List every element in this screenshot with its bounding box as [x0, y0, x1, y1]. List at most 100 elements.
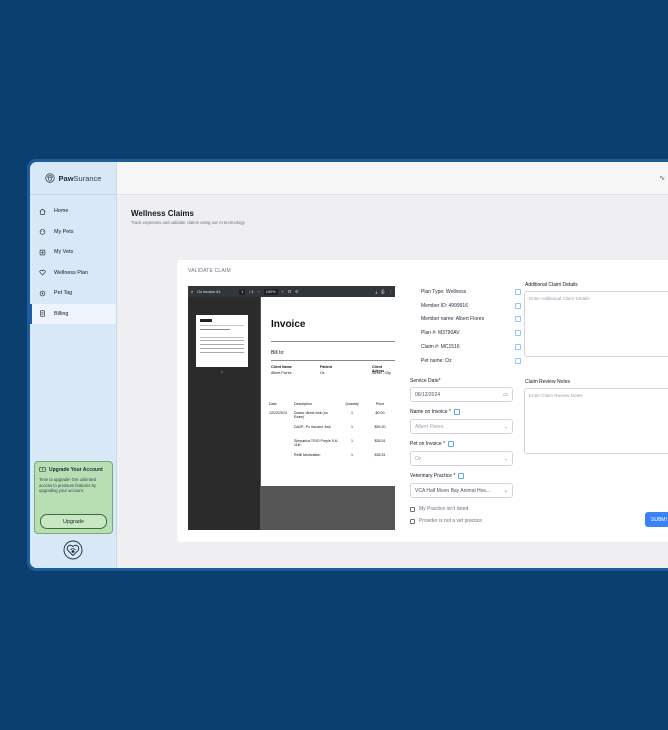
brand-logo[interactable]: Paw Surance — [30, 162, 116, 195]
name-on-invoice-label: Name on Invoice * — [410, 409, 460, 415]
review-notes-textarea[interactable]: Enter Claim Review Notes — [524, 388, 668, 454]
pdf-page: Invoice Bill to: Client Name Albert Flor… — [261, 297, 395, 486]
label-text: Name on Invoice * — [410, 409, 451, 415]
invoice-table: Date Description Quantity Price 12/22/20… — [269, 399, 395, 465]
sidebar-item-pet-tag[interactable]: Pet Tag — [30, 283, 116, 304]
practice-not-listed-checkbox[interactable]: My Practice isn't listed — [410, 506, 468, 512]
billing-icon — [39, 310, 46, 317]
table-row: Simparica TRIO Purple 5.6- 11lb 1 $35.51 — [269, 437, 395, 451]
page-thumbnail[interactable] — [196, 315, 248, 367]
info-row-member-id: Member ID: 4999916 — [421, 299, 521, 313]
calendar-icon[interactable] — [448, 441, 455, 447]
validate-claim-card: VALIDATE CLAIM ≡ Oz Invoice #1 1 / 1 − 1… — [177, 260, 668, 542]
calendar-icon[interactable]: ▭ — [503, 392, 508, 398]
page-total: / 1 — [249, 289, 254, 294]
calendar-icon[interactable] — [458, 473, 465, 479]
service-date-label: Service Date* — [410, 378, 441, 384]
checkbox-label: My Practice isn't listed — [419, 506, 469, 512]
sidebar-item-label: Wellness Plan — [54, 269, 89, 276]
sidebar-item-billing[interactable]: Billing — [30, 303, 116, 324]
table-row: 12/22/2023 Doctor direct visit (no Exam)… — [269, 409, 395, 423]
copy-icon[interactable] — [515, 288, 521, 295]
checkbox-box[interactable] — [410, 506, 415, 512]
additional-details-textarea[interactable]: Enter Additional Claim Details — [524, 291, 668, 357]
copy-icon[interactable] — [515, 344, 521, 351]
label-text: Veterinary Practice * — [410, 473, 456, 479]
not-vet-practice-checkbox[interactable]: Provider is not a vet practice — [410, 518, 482, 524]
table-row: Refill Medication 1 $35.51 — [269, 451, 395, 465]
sidebar-item-label: My Pets — [54, 228, 74, 235]
service-date-value: 06/12/2024 — [415, 391, 441, 398]
sidebar-item-home[interactable]: Home — [30, 201, 116, 222]
column-header: Price — [375, 402, 385, 406]
select-value: VCA Half Moon Bay Animal Hos... — [415, 487, 491, 494]
page-input[interactable]: 1 — [239, 288, 246, 295]
card-title: VALIDATE CLAIM — [188, 268, 231, 274]
sidebar-item-my-pets[interactable]: My Pets — [30, 222, 116, 243]
review-notes-label: Claim Review Notes — [525, 379, 571, 385]
info-text: Plan Type: Wellness — [421, 288, 467, 295]
info-text: Member name: Albert Flores — [421, 316, 485, 323]
bill-to-label: Bill to: — [271, 350, 285, 356]
upgrade-button[interactable]: Upgrade — [40, 514, 107, 529]
sidebar-item-my-vets[interactable]: My Vets — [30, 242, 116, 263]
download-icon[interactable]: ⤓ — [375, 290, 377, 294]
row-quantity: 1 — [351, 453, 353, 457]
copy-icon[interactable] — [515, 302, 521, 309]
row-price: $59.20 — [374, 425, 386, 429]
info-row-pet-name: Pet name: Oz — [421, 354, 521, 368]
patient-label: Patient — [320, 365, 332, 369]
activity-icon[interactable]: ∿ — [659, 174, 665, 182]
veterinary-practice-select[interactable]: VCA Half Moon Bay Animal Hos... ⌄ — [410, 483, 513, 498]
thumbnail-page-number: 1 — [221, 370, 223, 374]
row-price: $0.00 — [375, 411, 385, 415]
fit-page-icon[interactable]: ⊡ — [288, 289, 291, 294]
brand-name-bold: Paw — [58, 173, 74, 183]
table-header: Date Description Quantity Price — [269, 399, 395, 409]
row-description: DA2P- Pv Vaccine 3wk — [294, 425, 331, 429]
copy-icon[interactable] — [515, 357, 521, 364]
row-description: Doctor direct visit (no Exam) — [294, 411, 328, 419]
more-options-icon[interactable]: ⋮ — [388, 289, 392, 294]
pdf-viewer[interactable]: ≡ Oz Invoice #1 1 / 1 − 100% + ⊡ ⟲ ⤓ ⎙ ⋮ — [188, 286, 395, 530]
service-date-input[interactable]: 06/12/2024 ▭ — [410, 387, 513, 402]
row-description: Refill Medication — [294, 453, 321, 457]
zoom-in-icon[interactable]: + — [282, 290, 284, 294]
divider — [271, 341, 395, 342]
copy-icon[interactable] — [515, 316, 521, 323]
home-icon — [39, 208, 46, 215]
info-row-member-name: Member name: Albert Flores — [421, 313, 521, 327]
copy-icon[interactable] — [515, 330, 521, 337]
sidebar-item-wellness-plan[interactable]: Wellness Plan — [30, 263, 116, 284]
row-quantity: 1 — [351, 425, 353, 429]
select-value: Albert Flores — [415, 423, 444, 430]
claim-info-list: Plan Type: Wellness Member ID: 4999916 M… — [421, 285, 521, 368]
page-subtitle: Track expenses and validate claims using… — [131, 220, 245, 225]
rotate-icon[interactable]: ⟲ — [295, 289, 298, 294]
app-window-frame: PawSurance Home My Pets My Vets Wellnes — [27, 159, 668, 571]
submit-button[interactable]: SUBMI — [645, 512, 668, 527]
pdf-filename: Oz Invoice #1 — [197, 289, 221, 294]
top-bar-actions: ∿ 🔔︎ — [659, 174, 668, 182]
thumbnail-panel: 1 — [188, 297, 260, 530]
chevron-down-icon: ⌄ — [503, 487, 508, 494]
zoom-level[interactable]: 100% — [263, 288, 278, 295]
calendar-icon[interactable] — [453, 409, 460, 415]
print-icon[interactable]: ⎙ — [381, 290, 384, 294]
row-date: 12/22/2023 — [269, 411, 287, 415]
sidebar: PawSurance Home My Pets My Vets Wellnes — [30, 162, 117, 568]
heart-icon — [39, 269, 46, 276]
menu-icon[interactable]: ≡ — [191, 290, 193, 294]
pet-icon — [39, 228, 46, 235]
sidebar-item-label: My Vets — [54, 249, 74, 256]
info-text: Plan #: M3790AV — [421, 330, 460, 337]
column-header: Quantity — [345, 402, 359, 406]
zoom-out-icon[interactable]: − — [258, 290, 260, 294]
name-on-invoice-select[interactable]: Albert Flores ⌄ — [410, 419, 513, 434]
veterinary-practice-label: Veterinary Practice * — [410, 473, 465, 479]
checkbox-box[interactable] — [410, 518, 415, 524]
page-title: Wellness Claims — [131, 209, 194, 218]
column-header: Description — [294, 402, 312, 406]
upgrade-title-text: Upgrade Your Account — [49, 466, 103, 473]
pet-on-invoice-select[interactable]: Oz ⌄ — [410, 451, 513, 466]
